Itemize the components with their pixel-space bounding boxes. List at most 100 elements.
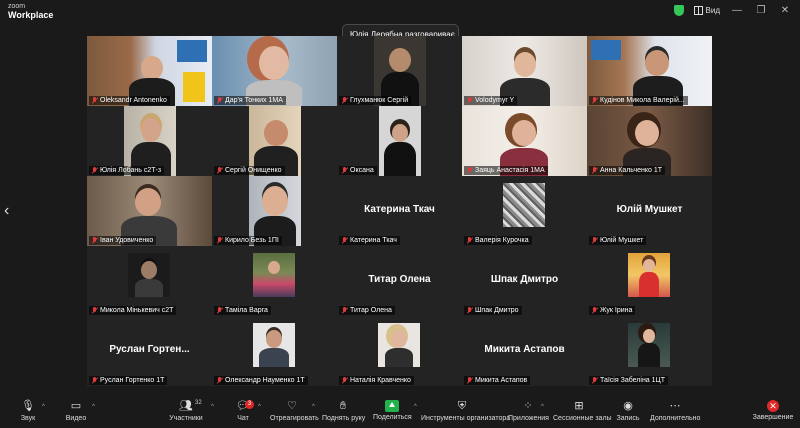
- view-label: Вид: [705, 6, 720, 15]
- mic-muted-icon: [466, 237, 473, 244]
- participant-tile[interactable]: Таміла Варга: [212, 246, 337, 316]
- mic-muted-icon: [341, 97, 348, 104]
- participant-name: Юлія Лобань с2Т-з: [100, 167, 162, 174]
- brand-top: zoom: [8, 3, 26, 10]
- participant-display-name: Микита Астапов: [484, 344, 565, 355]
- participant-avatar: [628, 323, 670, 367]
- participant-name: Юлій Мушкет: [600, 237, 644, 244]
- share-options-chevron-icon[interactable]: ^: [414, 404, 417, 410]
- mic-muted-icon: [341, 307, 348, 314]
- participant-tile[interactable]: Наталія Кравченко: [337, 316, 462, 386]
- previous-page-icon[interactable]: ‹: [4, 202, 9, 220]
- react-options-chevron-icon[interactable]: ^: [312, 404, 315, 410]
- end-meeting-button[interactable]: ✕ Завершение: [752, 400, 794, 428]
- participant-name: Валерія Курочка: [475, 237, 529, 244]
- breakout-rooms-button[interactable]: ⊞ Сессионные залы: [553, 400, 612, 428]
- minimize-icon[interactable]: —: [730, 5, 744, 16]
- participant-tile[interactable]: Жук Ірина: [587, 246, 712, 316]
- react-button[interactable]: ♡ Отреагировать: [270, 400, 319, 428]
- apps-options-chevron-icon[interactable]: ^: [541, 404, 544, 410]
- participant-name: Volodymyr Y: [475, 97, 515, 104]
- participant-tile[interactable]: Микита Астапов Микита Астапов: [462, 316, 587, 386]
- chat-options-chevron-icon[interactable]: ^: [258, 404, 261, 410]
- participant-name: Микола Мінькевич с2Т: [100, 307, 174, 314]
- security-shield-icon[interactable]: [673, 5, 684, 16]
- participant-tile[interactable]: Шпак Дмитро Шпак Дмитро: [462, 246, 587, 316]
- restore-icon[interactable]: ❐: [754, 5, 768, 16]
- video-camera-icon: ▭: [70, 400, 82, 412]
- participant-tile[interactable]: Оксана: [337, 106, 462, 176]
- title-bar: zoom Workplace Вид — ❐ ✕: [0, 0, 800, 24]
- participant-tile[interactable]: Анна Кальченко 1Т: [587, 106, 712, 176]
- participant-avatar: [503, 183, 545, 227]
- audio-options-chevron-icon[interactable]: ^: [42, 404, 45, 410]
- record-button[interactable]: ◉ Запись: [614, 400, 642, 428]
- participant-tile[interactable]: Сергій Онищенко: [212, 106, 337, 176]
- video-button[interactable]: ▭ Видео: [62, 400, 90, 428]
- close-icon[interactable]: ✕: [778, 5, 792, 16]
- mic-muted-icon: [91, 97, 98, 104]
- participant-tile[interactable]: Volodymyr Y: [462, 36, 587, 106]
- shield-icon: ⛨: [457, 400, 467, 412]
- participant-display-name: Катерина Ткач: [364, 204, 435, 215]
- participant-tile[interactable]: Микола Мінькевич с2Т: [87, 246, 212, 316]
- raise-hand-button[interactable]: ✋︎ Поднять руку: [322, 400, 366, 428]
- breakout-rooms-icon: ⊞: [574, 400, 584, 412]
- participants-button[interactable]: 👥︎ Участники 32: [168, 400, 204, 428]
- view-button[interactable]: Вид: [693, 6, 720, 15]
- participant-tile[interactable]: Кирило Безь 1ПІ: [212, 176, 337, 246]
- participant-tile[interactable]: Руслан Гортен... Руслан Гортенко 1Т: [87, 316, 212, 386]
- chat-unread-badge: 3: [245, 400, 254, 409]
- participant-avatar: [253, 323, 295, 367]
- participant-avatar: [128, 253, 170, 297]
- participant-name: Микита Астапов: [475, 377, 528, 384]
- participant-tile[interactable]: Юлій Мушкет Юлій Мушкет: [587, 176, 712, 246]
- microphone-icon: 🎙︎: [21, 400, 35, 412]
- participant-name: Титар Олена: [350, 307, 392, 314]
- participant-tile[interactable]: Кудінов Микола Валерій...: [587, 36, 712, 106]
- chat-button[interactable]: 💬︎ Чат 3: [231, 400, 255, 428]
- share-button[interactable]: Поделиться: [373, 400, 412, 428]
- end-meeting-icon: ✕: [767, 400, 779, 412]
- participant-tile[interactable]: Катерина Ткач Катерина Ткач: [337, 176, 462, 246]
- participant-tile[interactable]: Валерія Курочка: [462, 176, 587, 246]
- more-options-icon: ⋯: [669, 400, 681, 412]
- host-tools-button[interactable]: ⛨ Инструменты организатора: [421, 400, 510, 428]
- app-logo: zoom Workplace: [8, 3, 53, 20]
- participant-tile[interactable]: Таїсія Забеліна 1ЦТ: [587, 316, 712, 386]
- participants-options-chevron-icon[interactable]: ^: [211, 404, 214, 410]
- participant-avatar: [253, 253, 295, 297]
- mic-muted-icon: [216, 237, 223, 244]
- mic-muted-icon: [91, 237, 98, 244]
- participant-tile[interactable]: Юлія Лобань с2Т-з: [87, 106, 212, 176]
- participant-name: Руслан Гортенко 1Т: [100, 377, 165, 384]
- participant-avatar: [628, 253, 670, 297]
- audio-button[interactable]: 🎙︎ Звук: [14, 400, 42, 428]
- raise-hand-label: Поднять руку: [322, 415, 366, 422]
- participant-tile[interactable]: Олександр Науменко 1Т: [212, 316, 337, 386]
- mic-muted-icon: [591, 307, 598, 314]
- participant-name: Таміла Варга: [225, 307, 268, 314]
- heart-icon: ♡: [287, 400, 297, 412]
- participant-tile[interactable]: Іван Удовиченко: [87, 176, 212, 246]
- mic-muted-icon: [591, 237, 598, 244]
- participant-tile[interactable]: Глухманюк Сергій: [337, 36, 462, 106]
- video-options-chevron-icon[interactable]: ^: [92, 404, 95, 410]
- participant-tile[interactable]: Oleksandr Antonenko: [87, 36, 212, 106]
- participant-name: Заяць Анастасія 1МА: [475, 167, 545, 174]
- more-button[interactable]: ⋯ Дополнительно: [650, 400, 700, 428]
- participant-tile[interactable]: Титар Олена Титар Олена: [337, 246, 462, 316]
- participant-tile[interactable]: Дар'я Тонких 1МА: [212, 36, 337, 106]
- mic-muted-icon: [216, 307, 223, 314]
- participant-name: Сергій Онищенко: [225, 167, 282, 174]
- meeting-toolbar: 🎙︎ Звук ^ ▭ Видео ^ 👥︎ Участники 32 ^ 💬︎…: [0, 398, 800, 428]
- mic-muted-icon: [466, 97, 473, 104]
- participant-name: Анна Кальченко 1Т: [600, 167, 663, 174]
- mic-muted-icon: [91, 167, 98, 174]
- mic-muted-icon: [466, 307, 473, 314]
- breakout-rooms-label: Сессионные залы: [553, 415, 612, 422]
- mic-muted-icon: [91, 307, 98, 314]
- gallery-view: Oleksandr Antonenko Дар'я Тонких 1МА Глу…: [87, 36, 713, 387]
- participant-tile[interactable]: Заяць Анастасія 1МА: [462, 106, 587, 176]
- participant-name: Оксана: [350, 167, 374, 174]
